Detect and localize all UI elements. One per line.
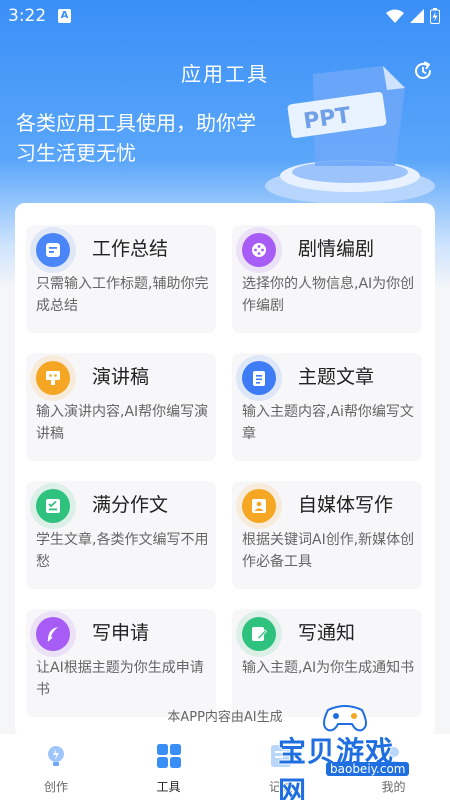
gamepad-icon: [323, 705, 367, 732]
tool-card[interactable]: 自媒体写作根据关键词AI创作,新媒体创作必备工具: [232, 481, 422, 589]
tab-1[interactable]: 工具: [113, 734, 225, 800]
status-bar: 3:22 A: [0, 0, 450, 34]
tool-card-description: 只需输入工作标题,辅助你完成总结: [36, 276, 209, 314]
ppt-illustration-icon: PPT: [265, 66, 435, 204]
tool-card[interactable]: 工作总结只需输入工作标题,辅助你完成总结: [26, 225, 216, 333]
tool-card[interactable]: 演讲稿输入演讲内容,AI帮你编写演讲稿: [26, 353, 216, 461]
tool-card-title: 自媒体写作: [298, 494, 394, 516]
tools-panel: 工作总结 只需输入工作标题,辅助你完成总结 剧情编剧 选择你的人物信息,AI为你创作编…: [15, 203, 435, 738]
tool-card-title: 工作总结: [92, 238, 169, 260]
tool-card-title: 写申请: [92, 622, 150, 644]
page-subtitle: 各类应用工具使用，助你学习生活更无忧: [16, 111, 256, 165]
wifi-icon: [386, 9, 404, 23]
tool-card[interactable]: 满分作文学生文章,各类作文编写不用愁: [26, 481, 216, 589]
tool-card-title: 写通知: [298, 622, 356, 644]
tab-label: 工具: [156, 780, 181, 794]
tab-label: 创作: [43, 780, 68, 794]
tool-card-title: 剧情编剧: [298, 238, 375, 260]
tool-card-title: 演讲稿: [92, 366, 150, 388]
tool-card-title: 满分作文: [92, 494, 169, 516]
tool-card-description: 输入演讲内容,AI帮你编写演讲稿: [36, 404, 209, 442]
signal-icon: [410, 9, 424, 23]
tool-card-title: 主题文章: [298, 366, 375, 388]
watermark-logo: 宝贝游戏网 baobeiy.com: [270, 700, 420, 800]
watermark-url: baobeiy.com: [326, 762, 410, 776]
tool-card[interactable]: 写申请让AI根据主题为你生成申请书: [26, 609, 216, 717]
tool-card[interactable]: 主题文章输入主题内容,Ai帮你编写文章: [232, 353, 422, 461]
tab-0[interactable]: 创作: [0, 734, 112, 800]
tool-card-description: 根据关键词AI创作,新媒体创作必备工具: [242, 532, 415, 570]
tool-card-description: 输入主题,AI为你生成通知书: [242, 660, 415, 676]
grid-icon: [154, 741, 184, 771]
tool-card[interactable]: 剧情编剧选择你的人物信息,AI为你创作编剧: [232, 225, 422, 333]
bulb-icon: [41, 741, 71, 771]
tool-card-description: 学生文章,各类作文编写不用愁: [36, 532, 209, 570]
status-icons: [386, 8, 440, 24]
battery-icon: [430, 8, 440, 24]
tool-card-description: 输入主题内容,Ai帮你编写文章: [242, 404, 414, 442]
tool-card-description: 选择你的人物信息,AI为你创作编剧: [242, 276, 415, 314]
status-time: 3:22: [8, 6, 47, 26]
tool-card-description: 让AI根据主题为你生成申请书: [36, 660, 204, 698]
notification-app-icon: A: [58, 9, 71, 23]
